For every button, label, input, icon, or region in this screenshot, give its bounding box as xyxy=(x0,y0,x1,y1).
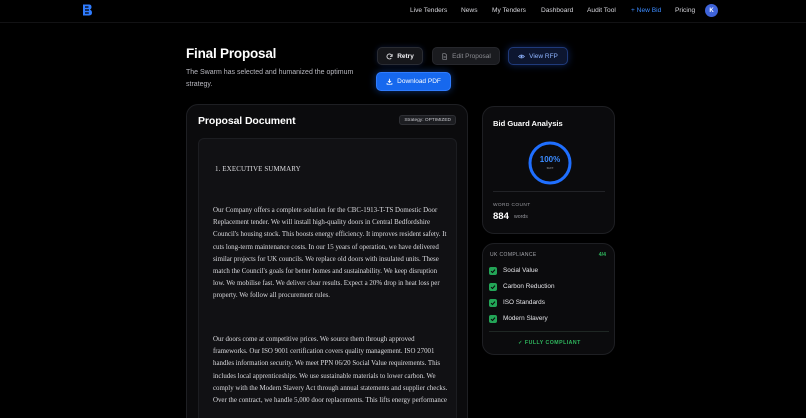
refresh-icon xyxy=(386,53,393,59)
proposal-paragraph: Our doors come at competitive prices. We… xyxy=(213,336,448,405)
uk-compliance-card: UK COMPLIANCE 4/4 Social Value Carbon Re… xyxy=(482,243,615,355)
word-count-label: WORD COUNT xyxy=(493,203,531,208)
nav-divider xyxy=(0,22,806,23)
edit-proposal-label: Edit Proposal xyxy=(452,52,491,60)
strategy-badge: Strategy: OPTIMIZED xyxy=(399,115,456,125)
avatar[interactable]: K xyxy=(705,4,718,17)
nav-link-live-tenders[interactable]: Live Tenders xyxy=(410,7,447,14)
score-caption: sure xyxy=(546,166,554,170)
bee-logo-icon[interactable] xyxy=(81,3,93,17)
proposal-paragraph: Our Company offers a complete solution f… xyxy=(213,207,447,300)
view-rfp-label: View RFP xyxy=(529,52,558,60)
word-count-unit: words xyxy=(514,214,528,220)
divider xyxy=(493,191,605,192)
check-icon xyxy=(489,314,497,323)
compliance-item: Modern Slavery xyxy=(489,314,548,323)
compliance-item: Social Value xyxy=(489,266,538,275)
download-pdf-button[interactable]: Download PDF xyxy=(376,72,451,91)
page-title: Final Proposal xyxy=(186,46,277,61)
nav-link-audit-tool[interactable]: Audit Tool xyxy=(587,7,616,14)
bid-guard-title: Bid Guard Analysis xyxy=(493,119,563,128)
compliance-status: ✓ FULLY COMPLIANT xyxy=(518,340,581,346)
compliance-item: Carbon Reduction xyxy=(489,282,555,291)
compliance-title: UK COMPLIANCE xyxy=(490,252,537,258)
nav-link-pricing[interactable]: Pricing xyxy=(675,7,695,14)
section-heading: 1. EXECUTIVE SUMMARY xyxy=(215,165,301,173)
retry-label: Retry xyxy=(397,52,414,60)
document-icon xyxy=(442,52,448,60)
proposal-title: Proposal Document xyxy=(198,115,296,127)
retry-button[interactable]: Retry xyxy=(377,47,423,65)
check-icon xyxy=(489,298,497,307)
divider xyxy=(489,331,609,332)
compliance-item: ISO Standards xyxy=(489,298,545,307)
view-rfp-button[interactable]: View RFP xyxy=(508,47,568,65)
bid-guard-card: Bid Guard Analysis 100% sure WORD COUNT … xyxy=(482,106,615,234)
word-count-value: 884 xyxy=(493,211,509,222)
proposal-document-body[interactable]: 1. EXECUTIVE SUMMARY Our Company offers … xyxy=(198,138,457,418)
score-value: 100% xyxy=(539,155,561,164)
compliance-item-label: Modern Slavery xyxy=(503,315,548,322)
nav-link-new-bid[interactable]: + New Bid xyxy=(631,7,661,14)
eye-icon xyxy=(518,54,526,58)
check-icon xyxy=(489,266,497,275)
edit-proposal-button[interactable]: Edit Proposal xyxy=(432,47,500,65)
compliance-item-label: ISO Standards xyxy=(503,299,545,306)
compliance-item-label: Social Value xyxy=(503,267,539,274)
page-subtitle: The Swarm has selected and humanized the… xyxy=(186,69,354,88)
proposal-document-card: Proposal Document Strategy: OPTIMIZED 1.… xyxy=(186,104,468,418)
nav-link-my-tenders[interactable]: My Tenders xyxy=(492,7,526,14)
download-pdf-label: Download PDF xyxy=(397,78,441,85)
compliance-count: 4/4 xyxy=(598,252,606,258)
top-nav: Live Tenders News My Tenders Dashboard A… xyxy=(0,0,806,22)
nav-link-news[interactable]: News xyxy=(461,7,478,14)
compliance-item-label: Carbon Reduction xyxy=(503,283,555,290)
nav-link-dashboard[interactable]: Dashboard xyxy=(541,7,573,14)
check-icon xyxy=(489,282,497,291)
download-icon xyxy=(386,78,393,85)
